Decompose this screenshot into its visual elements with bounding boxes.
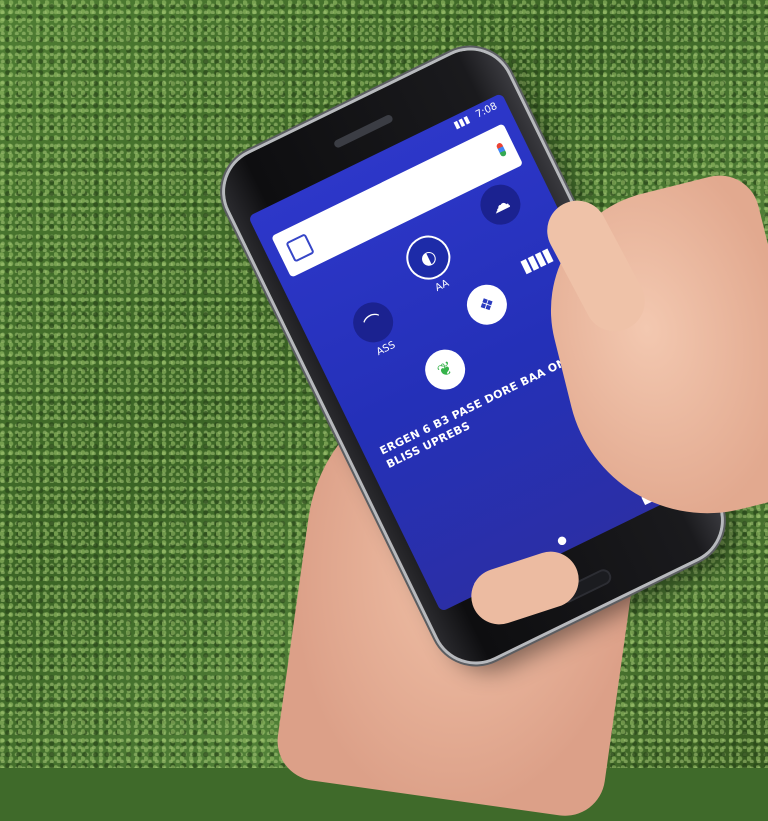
app-leaf[interactable]: ❦ — [413, 340, 479, 402]
status-time: 7:08 — [473, 100, 499, 121]
app-globe[interactable]: ◐ AA — [395, 226, 468, 302]
earpiece — [332, 113, 394, 149]
globe-icon: ◐ — [398, 228, 458, 288]
app-label: ASS — [374, 339, 398, 359]
signal-icon: ▮▮▮ — [451, 113, 472, 131]
app-circle[interactable]: ⌒ ASS — [341, 293, 412, 365]
search-icon — [285, 233, 315, 263]
app-white[interactable]: ❖ — [455, 275, 521, 337]
chat-icon: ❖ — [460, 277, 514, 332]
app-label: AA — [433, 277, 451, 294]
leaf-icon: ❦ — [418, 342, 472, 397]
home-icon[interactable]: ● — [554, 532, 568, 548]
mic-icon[interactable] — [495, 142, 508, 158]
cloud-icon: ☁ — [473, 177, 528, 232]
